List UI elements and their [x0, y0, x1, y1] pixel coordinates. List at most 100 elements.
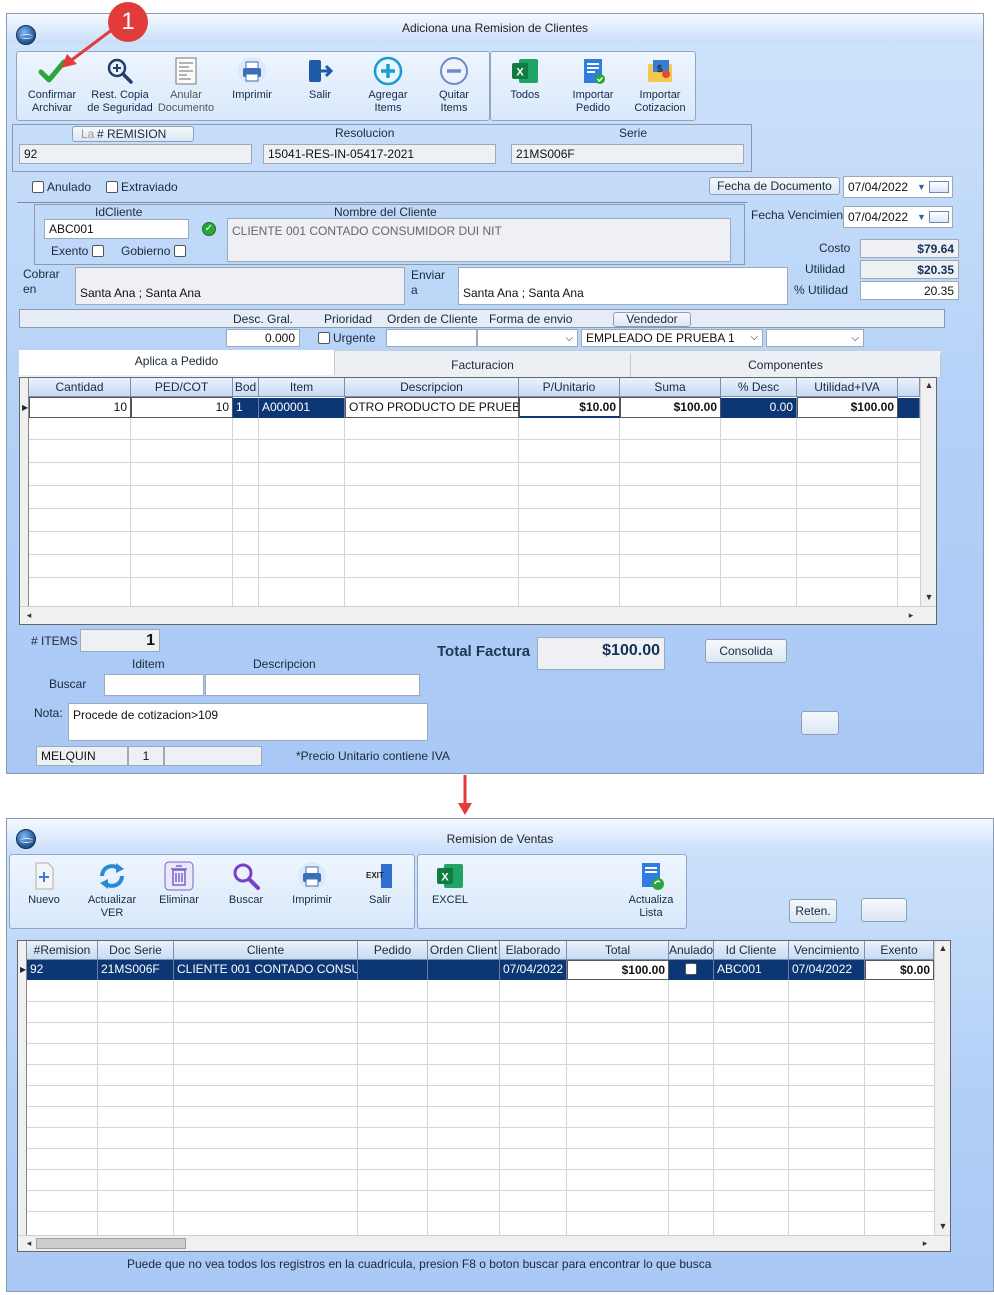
exit-button[interactable]: Salir	[291, 56, 349, 102]
blank-button[interactable]	[861, 898, 907, 922]
table-cell[interactable]: $100.00	[567, 960, 669, 980]
checkbox-box[interactable]	[318, 332, 330, 344]
remision-field[interactable]: 92	[19, 144, 252, 164]
vertical-scrollbar[interactable]: ▲ ▼	[920, 378, 936, 606]
items-grid[interactable]: Cantidad PED/COT Bod Item Descripcion P/…	[19, 377, 937, 625]
import-quote-button[interactable]: $ Importar Cotizacion	[627, 56, 693, 115]
chevron-down-icon[interactable]: ▼	[917, 182, 926, 192]
la-button[interactable]: La # REMISION	[72, 126, 194, 142]
scroll-thumb[interactable]	[36, 1238, 186, 1249]
exento-checkbox[interactable]: Exento	[51, 244, 107, 258]
import-order-button[interactable]: Importar Pedido	[561, 56, 625, 115]
search-button[interactable]: Buscar	[217, 861, 275, 907]
table-cell[interactable]: $100.00	[797, 397, 898, 418]
column-header[interactable]: Exento	[865, 941, 934, 960]
serie-field[interactable]: 21MS006F	[511, 144, 744, 164]
print-button[interactable]: Imprimir	[283, 861, 341, 907]
table-cell[interactable]: A000001	[259, 398, 345, 418]
delete-button[interactable]: Eliminar	[149, 861, 209, 907]
vendedor-button[interactable]: Vendedor	[613, 312, 691, 327]
anulado-cell[interactable]	[669, 960, 714, 980]
scroll-right-icon[interactable]: ▸	[904, 610, 918, 621]
percent-utilidad-field[interactable]: 20.35	[860, 281, 959, 300]
column-header[interactable]: Bod	[233, 378, 259, 397]
calendar-icon[interactable]	[929, 181, 949, 193]
void-document-button[interactable]: Anular Documento	[155, 56, 217, 115]
reten-button[interactable]: Reten.	[789, 899, 837, 923]
blank-button[interactable]	[801, 711, 839, 735]
add-items-button[interactable]: Agregar Items	[357, 56, 419, 115]
column-header[interactable]: #Remision	[27, 941, 98, 960]
column-header[interactable]: Suma	[620, 378, 721, 397]
column-header[interactable]: Anulado	[669, 941, 714, 960]
column-header[interactable]: Item	[259, 378, 345, 397]
urgente-checkbox[interactable]: Urgente	[318, 331, 376, 345]
forma-envio-select[interactable]: ⌵	[477, 329, 578, 347]
column-header[interactable]: Total	[567, 941, 669, 960]
checkbox-box[interactable]	[91, 245, 104, 257]
excel-button[interactable]: X EXCEL	[421, 861, 479, 907]
exit-button[interactable]: EXIT Salir	[351, 861, 409, 907]
column-header[interactable]: PED/COT	[131, 378, 233, 397]
table-cell[interactable]: 10	[131, 397, 233, 418]
column-header[interactable]: Cantidad	[29, 378, 131, 397]
all-excel-button[interactable]: X Todos	[497, 56, 553, 102]
scroll-left-icon[interactable]: ◂	[22, 1238, 36, 1249]
table-cell[interactable]: 1	[233, 398, 259, 418]
costo-field[interactable]: $79.64	[860, 239, 959, 258]
column-header[interactable]: Id Cliente	[714, 941, 789, 960]
column-header[interactable]: Orden Client	[428, 941, 500, 960]
scroll-down-icon[interactable]: ▼	[936, 1221, 950, 1231]
enviar-field[interactable]: Santa Ana ; Santa Ana	[458, 267, 788, 305]
scroll-down-icon[interactable]: ▼	[922, 592, 936, 602]
scroll-right-icon[interactable]: ▸	[918, 1238, 932, 1249]
consolida-button[interactable]: Consolida	[705, 639, 787, 663]
checkbox-box[interactable]	[32, 181, 44, 193]
gobierno-checkbox[interactable]: Gobierno	[121, 244, 189, 258]
column-header[interactable]: Descripcion	[345, 378, 519, 397]
scroll-up-icon[interactable]: ▲	[922, 380, 936, 390]
table-cell[interactable]: 07/04/2022	[789, 960, 865, 980]
records-grid[interactable]: #Remision Doc Serie Cliente Pedido Orden…	[17, 940, 951, 1252]
table-cell[interactable]: 07/04/2022	[500, 960, 567, 980]
horizontal-scrollbar[interactable]: ◂ ▸	[18, 1235, 950, 1251]
nota-field[interactable]: Procede de cotizacion>109	[68, 703, 428, 741]
extra-select[interactable]: ⌵	[766, 329, 864, 347]
table-cell[interactable]	[358, 960, 428, 980]
tab-componentes[interactable]: Componentes	[631, 353, 941, 378]
idcliente-input[interactable]: ABC001	[44, 219, 189, 239]
extraviado-checkbox[interactable]: Extraviado	[106, 180, 178, 194]
horizontal-scrollbar[interactable]: ◂ ▸	[20, 606, 936, 624]
column-header[interactable]: Elaborado	[500, 941, 567, 960]
cobrar-field[interactable]: Santa Ana ; Santa Ana	[75, 267, 405, 305]
column-header[interactable]: Vencimiento	[789, 941, 865, 960]
utilidad-field[interactable]: $20.35	[860, 260, 959, 279]
print-button[interactable]: Imprimir	[223, 56, 281, 102]
resolucion-field[interactable]: 15041-RES-IN-05417-2021	[263, 144, 496, 164]
anulado-checkbox[interactable]: Anulado	[32, 180, 91, 194]
scroll-up-icon[interactable]: ▲	[936, 943, 950, 953]
column-header[interactable]: Doc Serie	[98, 941, 174, 960]
vendedor-select[interactable]: EMPLEADO DE PRUEBA 1 ⌵	[581, 329, 763, 347]
new-button[interactable]: Nuevo	[15, 861, 73, 907]
buscar-descripcion-input[interactable]	[205, 674, 420, 696]
column-header[interactable]: % Desc	[721, 378, 797, 397]
table-cell[interactable]: CLIENTE 001 CONTADO CONSUMIDOR	[174, 960, 358, 980]
checkbox-box[interactable]	[106, 181, 118, 193]
table-cell[interactable]	[428, 960, 500, 980]
table-cell[interactable]: ABC001	[714, 960, 789, 980]
column-header[interactable]: Utilidad+IVA	[797, 378, 898, 397]
buscar-iditem-input[interactable]	[104, 674, 204, 696]
tab-facturacion[interactable]: Facturacion	[335, 353, 631, 378]
table-cell[interactable]: 21MS006F	[98, 960, 174, 980]
column-header[interactable]: Cliente	[174, 941, 358, 960]
orden-cliente-field[interactable]	[386, 329, 477, 347]
column-header[interactable]: P/Unitario	[519, 378, 620, 397]
column-header[interactable]: Pedido	[358, 941, 428, 960]
table-cell[interactable]: $100.00	[620, 397, 721, 418]
remove-items-button[interactable]: Quitar Items	[425, 56, 483, 115]
table-cell[interactable]: $0.00	[865, 960, 934, 980]
table-cell[interactable]: OTRO PRODUCTO DE PRUEBA	[345, 397, 519, 418]
vertical-scrollbar[interactable]: ▲ ▼	[934, 941, 950, 1235]
table-cell[interactable]: 92	[27, 960, 98, 980]
